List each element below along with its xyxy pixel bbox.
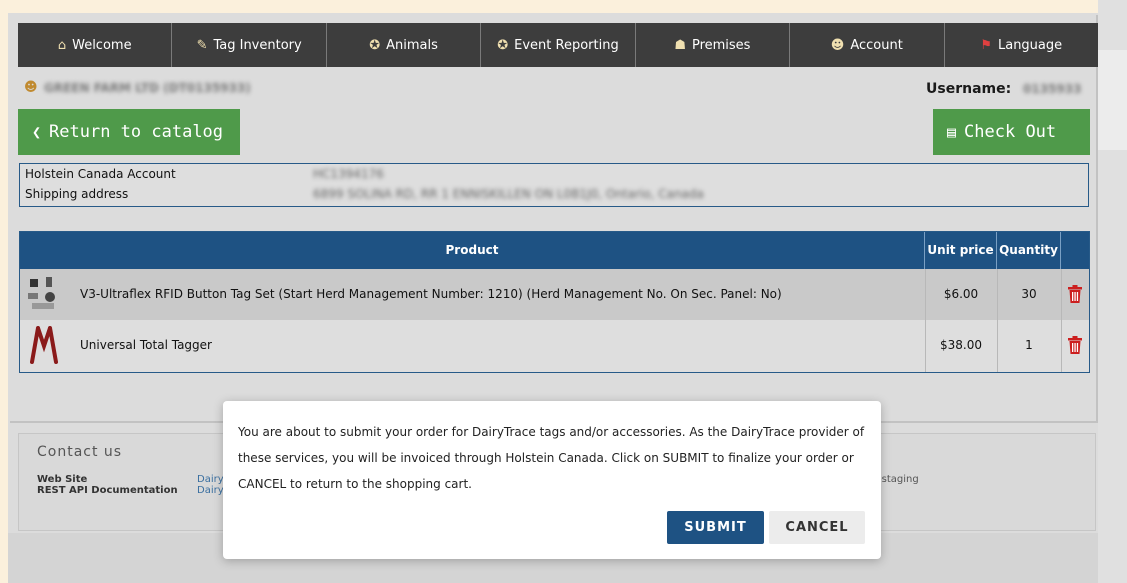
unit-price-header: Unit price	[925, 232, 997, 269]
quantity: 30	[1021, 287, 1037, 301]
product-name: Universal Total Tagger	[80, 338, 212, 352]
tagger-thumbnail	[30, 326, 58, 364]
credit-card-icon: ▤	[947, 123, 957, 141]
account-value: HC1394176	[313, 167, 384, 181]
product-header: Product	[20, 232, 925, 269]
pencil-icon: ✎	[196, 37, 208, 53]
farm-icon: ☗	[674, 37, 686, 53]
cancel-button[interactable]: CANCEL	[769, 511, 865, 544]
nav-event-reporting-label: Event Reporting	[514, 37, 619, 53]
dialog-message: You are about to submit your order for D…	[238, 425, 865, 491]
checkout-button[interactable]: ▤ Check Out	[933, 109, 1090, 155]
right-strip	[1098, 0, 1127, 583]
table-row: Universal Total Tagger $38.00 1	[20, 320, 1089, 371]
submit-button[interactable]: SUBMIT	[667, 511, 764, 544]
arrow-left-circle-icon: ❮	[32, 123, 42, 141]
return-to-catalog-button[interactable]: ❮ Return to catalog	[18, 109, 240, 155]
trash-icon[interactable]	[1067, 285, 1083, 303]
shipping-label: Shipping address	[25, 187, 129, 201]
cart-table: Product Unit price Quantity V3-Ultraflex…	[19, 231, 1090, 373]
nav-premises[interactable]: ☗ Premises	[636, 23, 791, 67]
nav-language-label: Language	[997, 37, 1063, 53]
column-divider	[997, 269, 998, 372]
checkout-label: Check Out	[964, 122, 1057, 142]
quantity-header: Quantity	[997, 232, 1061, 269]
return-label: Return to catalog	[49, 122, 224, 142]
nav-event-reporting[interactable]: ✪ Event Reporting	[481, 23, 636, 67]
nav-welcome[interactable]: ⌂ Welcome	[18, 23, 173, 67]
username-label: Username:	[926, 81, 1012, 97]
account-info-box: Holstein Canada Account HC1394176 Shippi…	[19, 163, 1089, 207]
flag-icon: ⚑	[980, 37, 992, 53]
quantity: 1	[1025, 338, 1033, 352]
table-row: V3-Ultraflex RFID Button Tag Set (Start …	[20, 269, 1089, 320]
account-label: Holstein Canada Account	[25, 167, 176, 181]
actions-header	[1061, 232, 1089, 269]
trash-icon[interactable]	[1067, 336, 1083, 354]
nav-account-label: Account	[850, 37, 903, 53]
right-strip-highlight	[1098, 50, 1127, 150]
product-name: V3-Ultraflex RFID Button Tag Set (Start …	[80, 287, 782, 301]
nav-tag-inventory[interactable]: ✎ Tag Inventory	[172, 23, 327, 67]
column-divider	[1061, 269, 1062, 372]
user-row: ☻ GREEN FARM LTD (DT0135933) Username: 0…	[18, 78, 1098, 102]
rfid-tag-thumbnail	[28, 277, 55, 309]
person-icon: ☻	[24, 80, 38, 95]
farm-name: GREEN FARM LTD (DT0135933)	[44, 81, 251, 95]
animal-icon: ✪	[497, 37, 509, 53]
web-site-link[interactable]: Dairy	[197, 474, 224, 485]
web-site-label: Web Site	[37, 474, 88, 485]
nav-language[interactable]: ⚑ Language	[945, 23, 1098, 67]
nav-animals-label: Animals	[386, 37, 438, 53]
confirm-order-dialog: You are about to submit your order for D…	[223, 401, 881, 559]
nav-premises-label: Premises	[691, 37, 751, 53]
rest-api-label: REST API Documentation	[37, 485, 178, 496]
rest-api-link[interactable]: Dairy	[197, 485, 224, 496]
unit-price: $6.00	[943, 287, 979, 301]
nav-animals[interactable]: ✪ Animals	[327, 23, 482, 67]
table-header: Product Unit price Quantity	[20, 232, 1089, 269]
user-icon: ☻	[830, 37, 845, 53]
nav-account[interactable]: ☻ Account	[790, 23, 945, 67]
nav-welcome-label: Welcome	[72, 37, 132, 53]
animal-icon: ✪	[369, 37, 381, 53]
nav-tag-inventory-label: Tag Inventory	[213, 37, 302, 53]
main-panel: ⌂ Welcome ✎ Tag Inventory ✪ Animals ✪ Ev…	[10, 15, 1098, 423]
home-icon: ⌂	[57, 37, 67, 53]
contact-heading: Contact us	[37, 444, 123, 460]
top-nav: ⌂ Welcome ✎ Tag Inventory ✪ Animals ✪ Ev…	[18, 23, 1098, 67]
unit-price: $38.00	[940, 338, 982, 352]
shipping-value: 6899 SOLINA RD, RR 1 ENNISKILLEN ON L0B1…	[313, 187, 704, 201]
column-divider	[925, 269, 926, 372]
username-value: 0135933	[1023, 82, 1082, 96]
